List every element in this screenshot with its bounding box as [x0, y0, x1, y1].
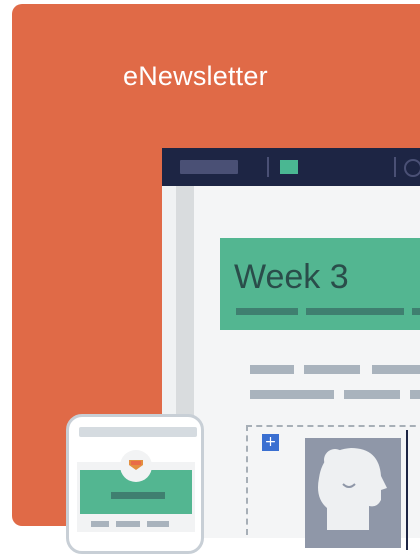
- hero-subtitle-line: [236, 308, 298, 315]
- text-line: [250, 365, 294, 374]
- browser-toolbar: [162, 148, 420, 186]
- newsletter-hero: Week 3: [220, 238, 420, 330]
- toolbar-tab-indicator: [280, 160, 298, 174]
- text-line: [250, 390, 334, 399]
- text-line: [372, 365, 420, 374]
- page-edge-line: [406, 430, 408, 550]
- phone-text-line: [147, 521, 169, 527]
- award-ribbon-icon: [120, 450, 152, 482]
- card-title-text: eNewsletter: [123, 61, 268, 91]
- phone-hero-line: [111, 492, 165, 499]
- toolbar-address-placeholder: [180, 160, 238, 174]
- phone-text-line: [116, 521, 140, 527]
- text-line: [344, 390, 400, 399]
- toolbar-circle-icon: [404, 159, 420, 177]
- hero-subtitle-line: [306, 308, 404, 315]
- plus-icon[interactable]: +: [262, 434, 279, 451]
- hero-subtitle-line: [412, 308, 420, 315]
- text-line: [410, 390, 420, 399]
- newsletter-heading: Week 3: [234, 258, 349, 296]
- phone-text-line: [91, 521, 109, 527]
- phone-header-bar: [79, 427, 197, 437]
- toolbar-divider: [394, 157, 396, 177]
- portrait-icon: [305, 438, 401, 548]
- toolbar-divider: [267, 157, 269, 177]
- text-line: [304, 365, 360, 374]
